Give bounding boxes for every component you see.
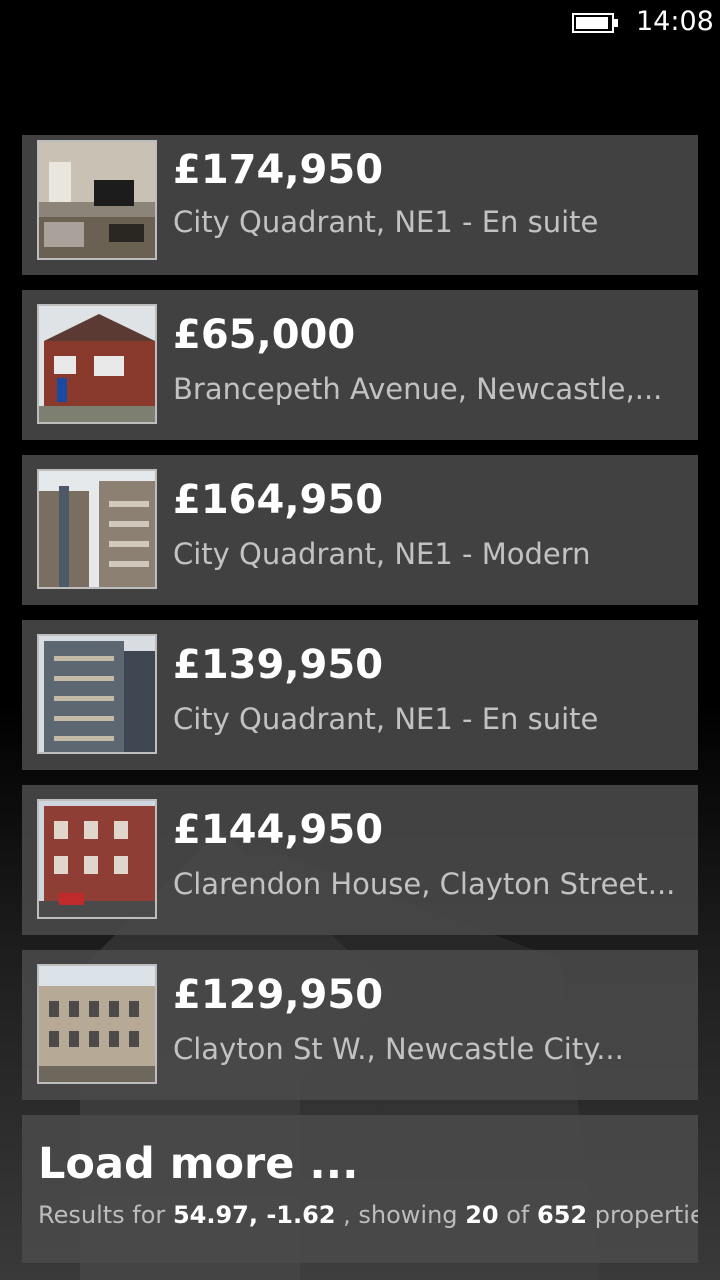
property-price: £139,950 bbox=[173, 642, 384, 688]
property-item[interactable]: £174,950 City Quadrant, NE1 - En suite bbox=[22, 135, 698, 275]
load-more-label: Load more ... bbox=[38, 1139, 359, 1189]
results-coordinates: 54.97, -1.62 bbox=[172, 1201, 336, 1229]
apartment-block-photo bbox=[37, 469, 157, 589]
property-price: £164,950 bbox=[173, 477, 384, 523]
property-price: £144,950 bbox=[173, 807, 384, 853]
property-address: Brancepeth Avenue, Newcastle,... bbox=[173, 372, 663, 406]
load-more-button[interactable]: Load more ... Results for 54.97, -1.62 ,… bbox=[22, 1115, 698, 1263]
status-bar: 14:08 bbox=[0, 0, 720, 50]
property-address: Clayton St W., Newcastle City... bbox=[173, 1032, 624, 1066]
property-item[interactable]: £144,950 Clarendon House, Clayton Street… bbox=[22, 785, 698, 935]
property-address: Clarendon House, Clayton Street... bbox=[173, 867, 676, 901]
property-price: £129,950 bbox=[173, 972, 384, 1018]
property-price: £65,000 bbox=[173, 312, 356, 358]
results-summary: Results for 54.97, -1.62 , showing 20 of… bbox=[38, 1201, 698, 1229]
battery-icon bbox=[572, 13, 618, 33]
semi-detached-house-photo bbox=[37, 304, 157, 424]
property-address: City Quadrant, NE1 - Modern bbox=[173, 537, 591, 571]
living-room-photo bbox=[37, 140, 157, 260]
property-item[interactable]: £139,950 City Quadrant, NE1 - En suite bbox=[22, 620, 698, 770]
property-price: £174,950 bbox=[173, 147, 384, 193]
results-suffix: properties bbox=[594, 1201, 698, 1229]
property-item[interactable]: £164,950 City Quadrant, NE1 - Modern bbox=[22, 455, 698, 605]
apartment-tower-photo bbox=[37, 634, 157, 754]
stone-terrace-photo bbox=[37, 964, 157, 1084]
shown-count: 20 bbox=[465, 1201, 499, 1229]
red-brick-building-photo bbox=[37, 799, 157, 919]
of-word: of bbox=[506, 1201, 530, 1229]
results-prefix: Results for bbox=[38, 1201, 166, 1229]
showing-prefix: , showing bbox=[343, 1201, 458, 1229]
property-item[interactable]: £129,950 Clayton St W., Newcastle City..… bbox=[22, 950, 698, 1100]
property-address: City Quadrant, NE1 - En suite bbox=[173, 205, 599, 239]
clock: 14:08 bbox=[636, 6, 714, 37]
property-item[interactable]: £65,000 Brancepeth Avenue, Newcastle,... bbox=[22, 290, 698, 440]
property-address: City Quadrant, NE1 - En suite bbox=[173, 702, 599, 736]
total-count: 652 bbox=[537, 1201, 588, 1229]
